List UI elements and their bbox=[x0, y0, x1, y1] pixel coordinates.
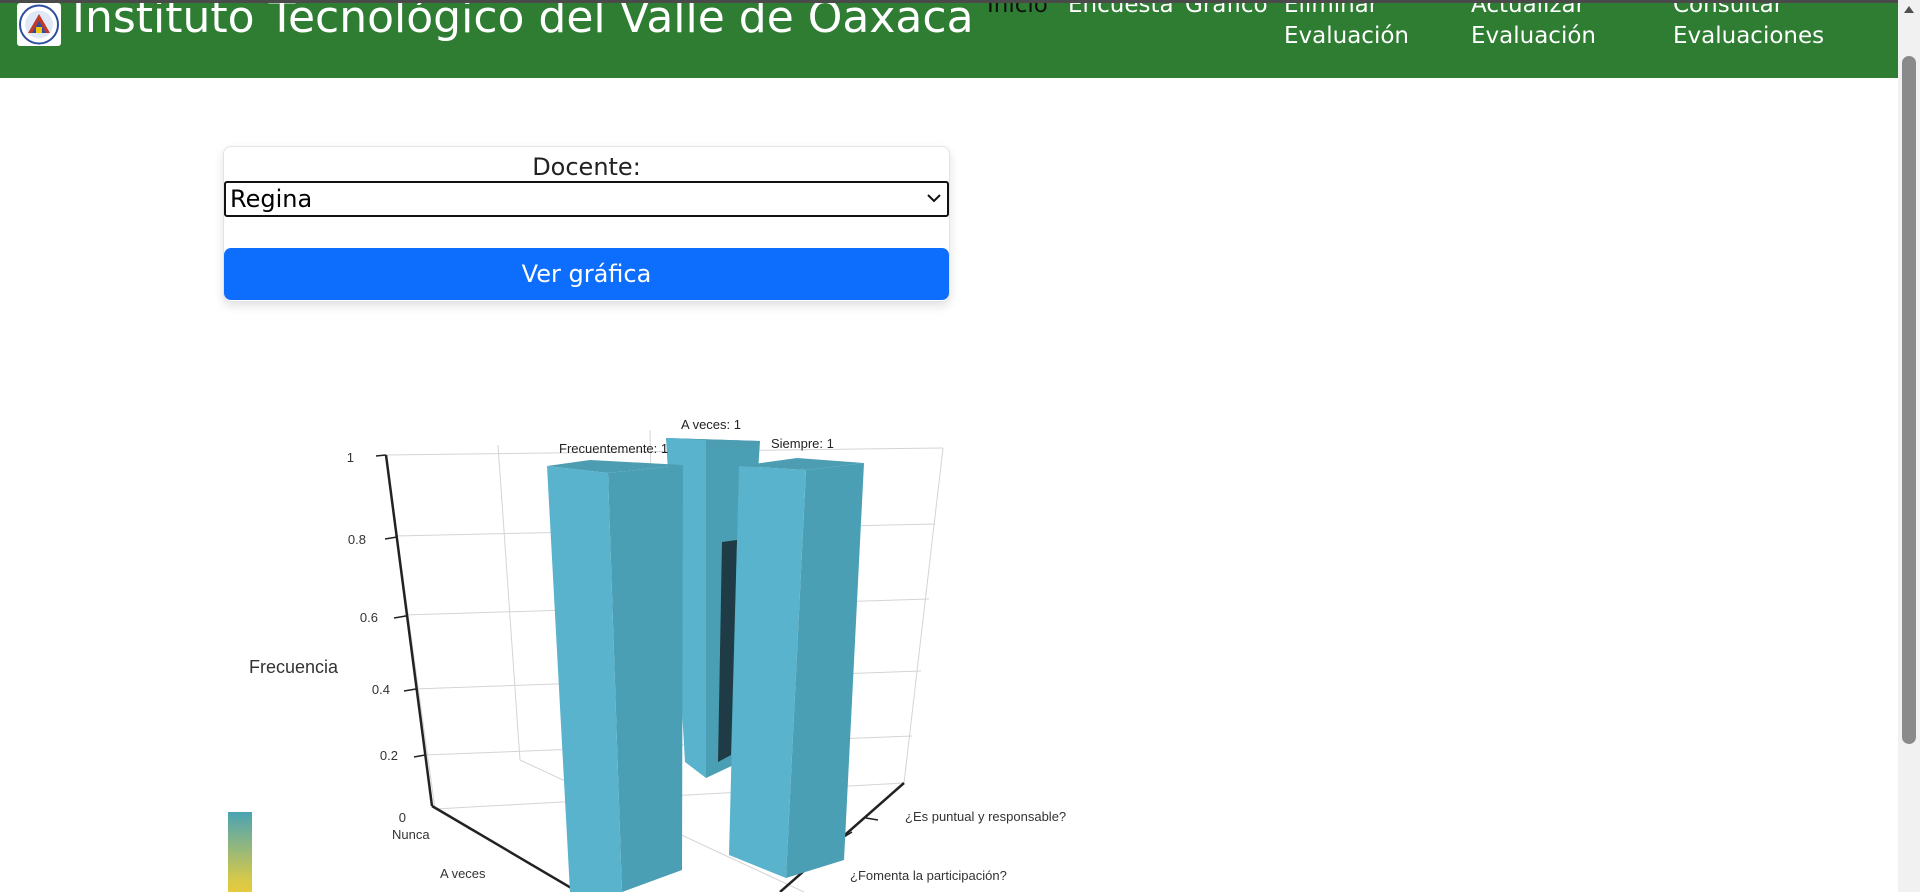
nav-actualizar-line2: Evaluación bbox=[1471, 23, 1596, 49]
docente-select-value: Regina bbox=[230, 185, 313, 213]
nav-consultar-line2: Evaluaciones bbox=[1673, 23, 1825, 49]
y-tick-1 bbox=[375, 454, 387, 457]
y-tick-label-1: 1 bbox=[347, 450, 354, 465]
grid-back-right-edge bbox=[903, 447, 944, 784]
y-tick-06 bbox=[393, 615, 407, 619]
chart-colorbar bbox=[228, 812, 252, 892]
y-tick-08 bbox=[384, 536, 398, 540]
docente-label: Docente: bbox=[532, 153, 641, 181]
y-tick-label-08: 0.8 bbox=[348, 532, 366, 547]
grid-vert-1 bbox=[497, 444, 521, 761]
y-tick-label-0: 0 bbox=[399, 810, 406, 825]
frequency-3d-chart[interactable]: 1 0.8 0.6 0.4 0.2 0 Frecuencia Nunca A v… bbox=[0, 400, 1200, 894]
brand-title[interactable]: Instituto Tecnológico del Valle de Oaxac… bbox=[72, 0, 974, 48]
nav-consultar-evaluaciones[interactable]: Consultar Evaluaciones bbox=[1673, 0, 1824, 52]
y-tick-label-02: 0.2 bbox=[380, 748, 398, 763]
navbar: Instituto Tecnológico del Valle de Oaxac… bbox=[0, 0, 1898, 78]
scrollbar-thumb[interactable] bbox=[1902, 56, 1916, 744]
window-top-border bbox=[0, 0, 1920, 3]
z-tick-labels: ¿Es puntual y responsable? ¿Fomenta la p… bbox=[850, 809, 1066, 883]
y-tick-04 bbox=[403, 688, 417, 692]
x-tick-label-a-veces: A veces bbox=[440, 866, 486, 881]
chart-svg: 1 0.8 0.6 0.4 0.2 0 Frecuencia Nunca A v… bbox=[249, 417, 1066, 894]
y-axis-title: Frecuencia bbox=[249, 657, 339, 677]
bar-frecuentemente[interactable] bbox=[547, 460, 683, 892]
nav-encuesta[interactable]: Encuesta bbox=[1068, 0, 1174, 21]
data-label-siempre: Siempre: 1 bbox=[771, 436, 834, 451]
chevron-down-icon bbox=[927, 194, 941, 203]
z-tick-1 bbox=[865, 817, 879, 821]
scroll-up-arrow-icon[interactable] bbox=[1904, 6, 1914, 13]
x-tick-label-nunca: Nunca bbox=[392, 827, 430, 842]
data-label-a-veces: A veces: 1 bbox=[681, 417, 741, 432]
z-tick-label-puntual: ¿Es puntual y responsable? bbox=[905, 809, 1066, 824]
nav-eliminar-evaluacion[interactable]: Eliminar Evaluación bbox=[1284, 0, 1409, 52]
ver-grafica-button[interactable]: Ver gráfica bbox=[224, 248, 949, 300]
bar-siempre[interactable] bbox=[729, 458, 864, 878]
x-tick-labels: Nunca A veces bbox=[392, 827, 486, 881]
y-tick-label-06: 0.6 bbox=[360, 610, 378, 625]
data-label-frecuentemente: Frecuentemente: 1 bbox=[559, 441, 668, 456]
institute-logo[interactable] bbox=[17, 3, 61, 46]
docente-select[interactable]: Regina bbox=[224, 181, 949, 217]
y-tick-02 bbox=[413, 754, 426, 758]
nav-grafico[interactable]: Grafico bbox=[1185, 0, 1268, 21]
nav-eliminar-line2: Evaluación bbox=[1284, 23, 1409, 49]
z-tick-label-participacion: ¿Fomenta la participación? bbox=[850, 868, 1007, 883]
nav-inicio[interactable]: Inicio bbox=[987, 0, 1048, 21]
nav-actualizar-evaluacion[interactable]: Actualizar Evaluación bbox=[1471, 0, 1596, 52]
y-tick-labels: 1 0.8 0.6 0.4 0.2 0 bbox=[347, 450, 406, 825]
y-tick-label-04: 0.4 bbox=[372, 682, 390, 697]
docente-form-card: Docente: Regina Ver gráfica bbox=[223, 146, 950, 302]
